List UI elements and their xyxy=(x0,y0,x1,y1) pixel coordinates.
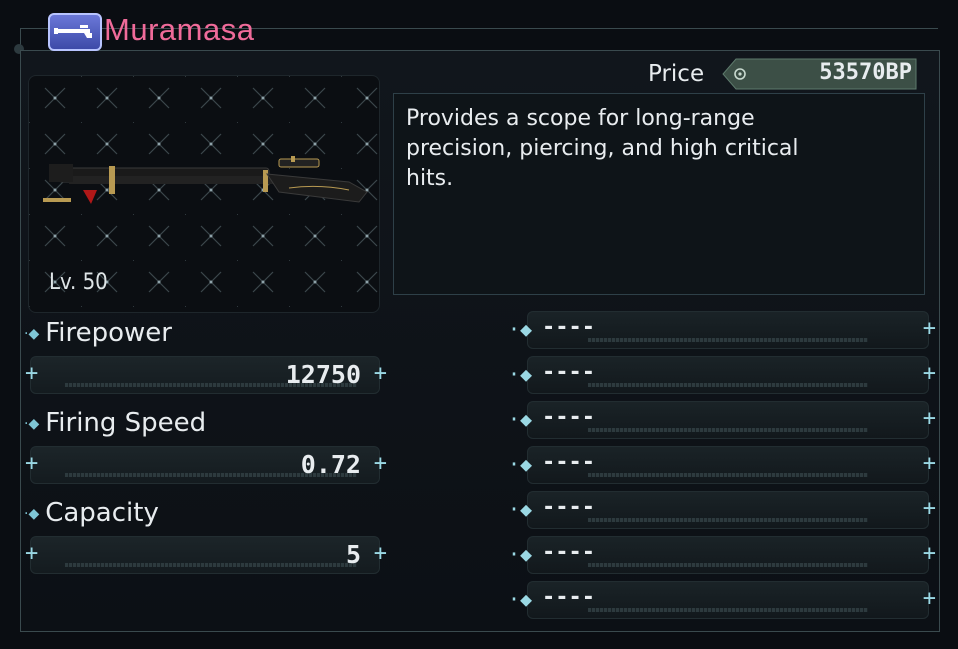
weapon-name: Muramasa xyxy=(104,12,255,47)
slot-connector-icon: ·◆ xyxy=(508,497,533,521)
weapon-preview: Lv. 50 xyxy=(28,75,380,313)
slot-track xyxy=(588,518,868,522)
slot-connector-icon: ·◆ xyxy=(508,542,533,566)
slot-label: ---- xyxy=(542,540,595,565)
slot-label: ---- xyxy=(542,405,595,430)
slot-track xyxy=(588,428,868,432)
stat-label-firepower: ·◆ Firepower xyxy=(24,318,172,348)
slot-label: ---- xyxy=(542,450,595,475)
price-tag: 53570BP xyxy=(722,58,918,90)
stat-value-capacity: 5 xyxy=(345,540,361,569)
stat-label-text: Capacity xyxy=(45,498,159,528)
stat-label-firing-speed: ·◆ Firing Speed xyxy=(24,408,206,438)
stat-value-firepower: 12750 xyxy=(285,360,361,389)
slot-track xyxy=(588,563,868,567)
stat-bar-capacity: + 5 + xyxy=(25,536,387,574)
slot-connector-icon: ·◆ xyxy=(508,407,533,431)
stat-bullet-icon: ·◆ xyxy=(24,415,40,432)
slot-track xyxy=(588,473,868,477)
rifle-icon xyxy=(48,13,102,51)
plus-icon: + xyxy=(922,406,936,431)
plus-icon: + xyxy=(25,451,39,476)
plus-icon: + xyxy=(373,361,387,386)
price-label: Price xyxy=(648,61,705,87)
slot-label: ---- xyxy=(542,585,595,610)
part-slot-1[interactable]: ·◆ ---- + xyxy=(508,311,936,349)
slot-label: ---- xyxy=(542,315,595,340)
slot-connector-icon: ·◆ xyxy=(508,317,533,341)
slot-connector-icon: ·◆ xyxy=(508,362,533,386)
plus-icon: + xyxy=(25,541,39,566)
stat-track xyxy=(65,563,357,567)
weapon-description: Provides a scope for long-range precisio… xyxy=(406,106,799,191)
slot-label: ---- xyxy=(542,495,595,520)
stat-bar-firing-speed: + 0.72 + xyxy=(25,446,387,484)
plus-icon: + xyxy=(922,586,936,611)
price-value: 53570BP xyxy=(819,60,912,85)
slot-connector-icon: ·◆ xyxy=(508,452,533,476)
slot-track xyxy=(588,383,868,387)
plus-icon: + xyxy=(373,451,387,476)
weapon-image xyxy=(43,156,368,204)
stat-bullet-icon: ·◆ xyxy=(24,505,40,522)
plus-icon: + xyxy=(373,541,387,566)
plus-icon: + xyxy=(922,496,936,521)
stat-value-firing-speed: 0.72 xyxy=(300,450,361,479)
weapon-level: Lv. 50 xyxy=(49,270,108,295)
stat-label-text: Firing Speed xyxy=(45,408,207,438)
part-slot-4[interactable]: ·◆ ---- + xyxy=(508,446,936,484)
stat-bar-firepower: + 12750 + xyxy=(25,356,387,394)
part-slot-6[interactable]: ·◆ ---- + xyxy=(508,536,936,574)
stat-label-text: Firepower xyxy=(45,318,172,348)
part-slot-5[interactable]: ·◆ ---- + xyxy=(508,491,936,529)
slot-connector-icon: ·◆ xyxy=(508,587,533,611)
stat-label-capacity: ·◆ Capacity xyxy=(24,498,159,528)
part-slot-2[interactable]: ·◆ ---- + xyxy=(508,356,936,394)
part-slot-3[interactable]: ·◆ ---- + xyxy=(508,401,936,439)
plus-icon: + xyxy=(25,361,39,386)
stat-bullet-icon: ·◆ xyxy=(24,325,40,342)
description-panel: Provides a scope for long-range precisio… xyxy=(393,93,925,295)
plus-icon: + xyxy=(922,361,936,386)
slot-label: ---- xyxy=(542,360,595,385)
plus-icon: + xyxy=(922,316,936,341)
slot-track xyxy=(588,608,868,612)
plus-icon: + xyxy=(922,541,936,566)
plus-icon: + xyxy=(922,451,936,476)
part-slot-7[interactable]: ·◆ ---- + xyxy=(508,581,936,619)
slot-track xyxy=(588,338,868,342)
